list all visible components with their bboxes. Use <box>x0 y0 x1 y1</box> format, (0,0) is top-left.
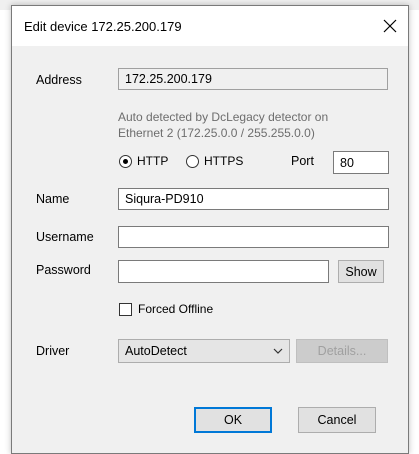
driver-label: Driver <box>36 344 70 358</box>
port-label: Port <box>291 154 314 168</box>
port-field[interactable] <box>333 151 389 174</box>
password-field[interactable] <box>118 260 329 283</box>
password-label: Password <box>36 263 91 277</box>
dialog-title: Edit device 172.25.200.179 <box>24 19 182 34</box>
username-label: Username <box>36 230 94 244</box>
http-radio-label: HTTP <box>137 154 169 168</box>
close-button[interactable] <box>376 12 404 40</box>
address-field[interactable] <box>118 68 388 90</box>
hint-line-1: Auto detected by DcLegacy detector on <box>118 110 329 124</box>
title-bar: Edit device 172.25.200.179 <box>12 6 408 46</box>
driver-select[interactable]: AutoDetect <box>118 339 290 363</box>
details-button[interactable]: Details... <box>296 339 388 363</box>
address-label: Address <box>36 73 82 87</box>
username-field[interactable] <box>118 226 389 248</box>
close-icon <box>383 19 397 33</box>
edit-device-dialog: Edit device 172.25.200.179 Address Auto … <box>11 5 409 454</box>
driver-selected-value: AutoDetect <box>125 344 187 358</box>
chevron-down-icon <box>273 348 283 354</box>
forced-offline-checkbox[interactable]: Forced Offline <box>119 302 213 316</box>
https-radio-label: HTTPS <box>204 154 244 168</box>
auto-detect-hint: Auto detected by DcLegacy detector on Et… <box>118 109 388 141</box>
https-radio-indicator <box>186 154 199 168</box>
http-radio-indicator <box>119 154 132 168</box>
name-field[interactable] <box>118 188 389 210</box>
cancel-button[interactable]: Cancel <box>298 407 376 433</box>
show-password-button[interactable]: Show <box>338 260 384 283</box>
forced-offline-label: Forced Offline <box>138 302 214 316</box>
ok-button[interactable]: OK <box>194 407 272 433</box>
https-radio[interactable]: HTTPS <box>186 154 243 168</box>
name-label: Name <box>36 192 70 206</box>
forced-offline-checkbox-box <box>119 302 132 316</box>
http-radio[interactable]: HTTP <box>119 154 168 168</box>
hint-line-2: Ethernet 2 (172.25.0.0 / 255.255.0.0) <box>118 126 315 140</box>
